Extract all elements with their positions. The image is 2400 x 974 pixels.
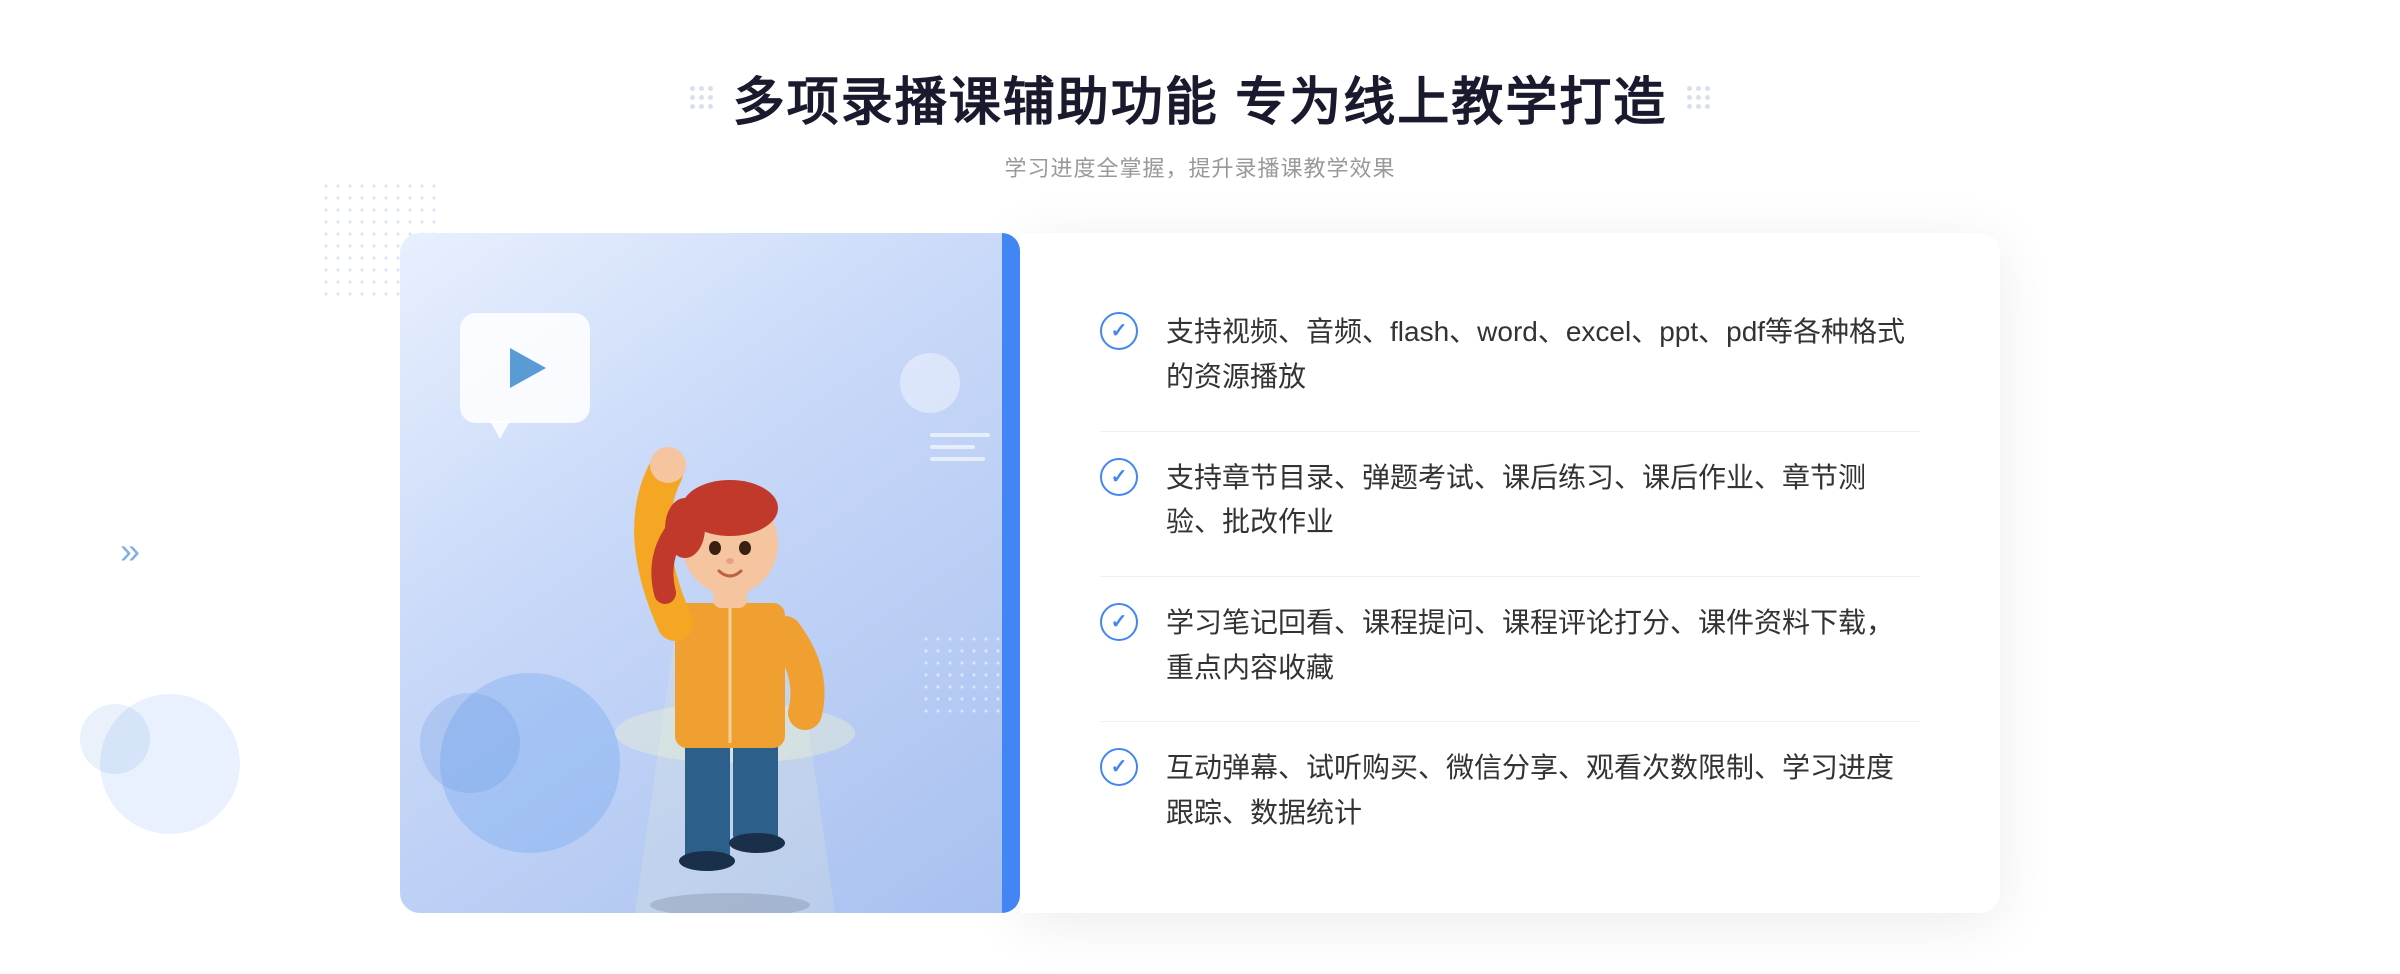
check-mark-2: ✓ — [1111, 467, 1128, 487]
circle-medium — [420, 693, 520, 793]
feature-text-1: 支持视频、音频、flash、word、excel、ppt、pdf等各种格式的资源… — [1166, 310, 1920, 400]
check-icon-1: ✓ — [1100, 312, 1138, 350]
check-mark-3: ✓ — [1111, 612, 1128, 632]
feature-text-4: 互动弹幕、试听购买、微信分享、观看次数限制、学习进度跟踪、数据统计 — [1166, 746, 1920, 836]
feature-item-4: ✓ 互动弹幕、试听购买、微信分享、观看次数限制、学习进度跟踪、数据统计 — [1100, 721, 1920, 860]
blue-bar — [1002, 233, 1020, 913]
header-section: 多项录播课辅助功能 专为线上教学打造 学习进度全 — [690, 60, 1710, 183]
check-icon-2: ✓ — [1100, 458, 1138, 496]
check-mark-4: ✓ — [1111, 757, 1128, 777]
dots-grid-inner — [920, 633, 1000, 713]
play-icon — [510, 348, 546, 388]
circle-small — [900, 353, 960, 413]
illustration-area — [400, 233, 1020, 913]
main-title: 多项录播课辅助功能 专为线上教学打造 — [733, 60, 1667, 135]
feature-item-2: ✓ 支持章节目录、弹题考试、课后练习、课后作业、章节测验、批改作业 — [1100, 431, 1920, 570]
bg-circle-2 — [80, 704, 150, 774]
person-illustration — [575, 333, 875, 913]
features-area: ✓ 支持视频、音频、flash、word、excel、ppt、pdf等各种格式的… — [1020, 233, 2000, 913]
decorator-dots-left — [690, 86, 713, 109]
page-wrapper: » 多项录播课辅助功能 专为线 — [0, 0, 2400, 974]
feature-text-3: 学习笔记回看、课程提问、课程评论打分、课件资料下载，重点内容收藏 — [1166, 601, 1920, 691]
header-decorators: 多项录播课辅助功能 专为线上教学打造 — [690, 60, 1710, 135]
feature-text-2: 支持章节目录、弹题考试、课后练习、课后作业、章节测验、批改作业 — [1166, 456, 1920, 546]
decorator-dots-right — [1687, 86, 1710, 109]
subtitle: 学习进度全掌握，提升录播课教学效果 — [690, 151, 1710, 183]
check-icon-4: ✓ — [1100, 748, 1138, 786]
chevron-left-icon: » — [120, 530, 132, 572]
check-mark-1: ✓ — [1111, 321, 1128, 341]
deco-lines — [930, 433, 990, 461]
content-section: ✓ 支持视频、音频、flash、word、excel、ppt、pdf等各种格式的… — [400, 233, 2000, 913]
feature-item-1: ✓ 支持视频、音频、flash、word、excel、ppt、pdf等各种格式的… — [1100, 286, 1920, 424]
speech-bubble — [460, 313, 590, 423]
feature-item-3: ✓ 学习笔记回看、课程提问、课程评论打分、课件资料下载，重点内容收藏 — [1100, 576, 1920, 715]
check-icon-3: ✓ — [1100, 603, 1138, 641]
